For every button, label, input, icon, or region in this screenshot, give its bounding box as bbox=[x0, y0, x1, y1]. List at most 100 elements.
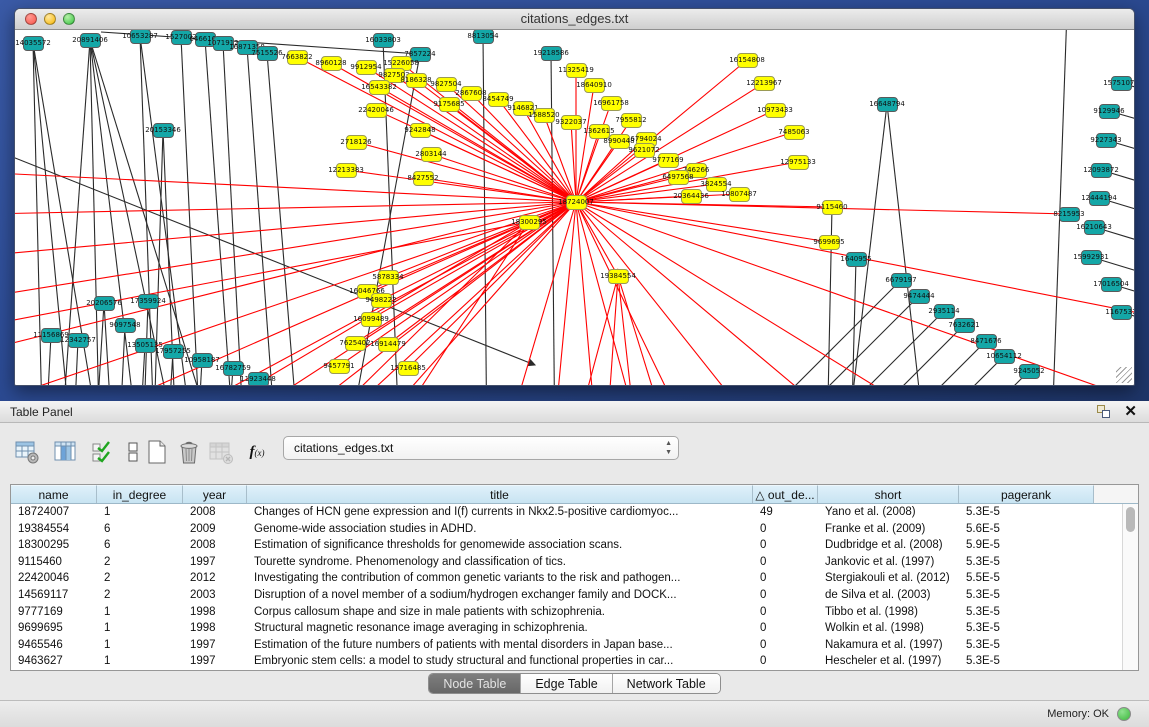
network-window-titlebar[interactable]: citations_edges.txt bbox=[15, 9, 1134, 30]
graph-node-3824554[interactable]: 3824554 bbox=[706, 177, 727, 192]
graph-node-9474444[interactable]: 9474444 bbox=[909, 289, 930, 304]
graph-node-8186328[interactable]: 8186328 bbox=[406, 73, 427, 88]
graph-node-1588520[interactable]: 1588520 bbox=[534, 108, 555, 123]
graph-node-19218586[interactable]: 19218586 bbox=[541, 46, 562, 61]
table-row[interactable]: 946362711997Embryonic stem cells: a mode… bbox=[11, 653, 1138, 670]
graph-node-7955812[interactable]: 7955812 bbox=[621, 113, 642, 128]
network-canvas[interactable]: 1403557220891406106532871527002646616010… bbox=[15, 30, 1134, 385]
graph-node-5878334[interactable]: 5878334 bbox=[378, 270, 399, 285]
graph-node-9827504[interactable]: 9827504 bbox=[436, 77, 457, 92]
graph-node-9175685[interactable]: 9175685 bbox=[439, 97, 460, 112]
graph-node-16782759[interactable]: 16782759 bbox=[223, 361, 244, 376]
close-traffic-light-icon[interactable] bbox=[25, 13, 37, 25]
graph-node-1071912[interactable]: 1071912 bbox=[213, 36, 234, 51]
column-header-name[interactable]: name bbox=[11, 485, 97, 503]
graph-node-10807487[interactable]: 10807487 bbox=[729, 187, 750, 202]
table-row[interactable]: 1938455462009Genome-wide association stu… bbox=[11, 521, 1138, 538]
tab-node-table[interactable]: Node Table bbox=[429, 674, 521, 693]
graph-node-10958187[interactable]: 10958187 bbox=[192, 353, 213, 368]
column-header-out_de[interactable]: △ out_de... bbox=[753, 485, 818, 503]
network-window[interactable]: citations_edges.txt 14035572208914061065… bbox=[14, 8, 1135, 386]
graph-node-8813054[interactable]: 8813054 bbox=[473, 30, 494, 44]
graph-node-746266[interactable]: 746266 bbox=[686, 163, 707, 178]
graph-node-1527002[interactable]: 1527002 bbox=[171, 30, 192, 45]
graph-node-9457791[interactable]: 9457791 bbox=[329, 359, 350, 374]
graph-node-16154808[interactable]: 16154808 bbox=[737, 53, 758, 68]
table-row[interactable]: 969969511998Structural magnetic resonanc… bbox=[11, 620, 1138, 637]
float-panel-icon[interactable] bbox=[1097, 405, 1111, 419]
function-builder-button[interactable]: f(x) bbox=[242, 437, 272, 467]
graph-node-6679197[interactable]: 6679197 bbox=[891, 273, 912, 288]
graph-node-8427552[interactable]: 8427552 bbox=[413, 171, 434, 186]
close-panel-icon[interactable]: ✕ bbox=[1124, 403, 1137, 421]
delete-column-button-disabled[interactable] bbox=[206, 437, 236, 467]
graph-node-12093872[interactable]: 12093872 bbox=[1091, 163, 1112, 178]
graph-node-17359924[interactable]: 17359924 bbox=[138, 294, 159, 309]
table-row[interactable]: 1830029562008Estimation of significance … bbox=[11, 537, 1138, 554]
graph-node-15992931[interactable]: 15992931 bbox=[1081, 250, 1102, 265]
column-header-year[interactable]: year bbox=[183, 485, 247, 503]
graph-node-15751074[interactable]: 15751074 bbox=[1111, 76, 1132, 91]
zoom-traffic-light-icon[interactable] bbox=[63, 13, 75, 25]
graph-node-8471676[interactable]: 8471676 bbox=[976, 334, 997, 349]
graph-node-7632621[interactable]: 7632621 bbox=[954, 318, 975, 333]
graph-node-7663822[interactable]: 7663822 bbox=[287, 50, 308, 65]
graph-node-9322037[interactable]: 9322037 bbox=[561, 115, 582, 130]
graph-node-7857224[interactable]: 7857224 bbox=[410, 47, 431, 62]
graph-node-8215953[interactable]: 8215953 bbox=[1059, 207, 1080, 222]
graph-node-9242848[interactable]: 9242848 bbox=[410, 123, 431, 138]
graph-node-9146821[interactable]: 9146821 bbox=[513, 101, 534, 116]
graph-node-1640955[interactable]: 1640955 bbox=[846, 252, 867, 267]
graph-node-2935114[interactable]: 2935114 bbox=[934, 304, 955, 319]
table-row[interactable]: 946554611997Estimation of the future num… bbox=[11, 637, 1138, 654]
graph-node-9245052[interactable]: 9245052 bbox=[1019, 364, 1040, 379]
table-row[interactable]: 977716911998Corpus callosum shape and si… bbox=[11, 604, 1138, 621]
tab-network-table[interactable]: Network Table bbox=[613, 674, 720, 693]
graph-node-9777169[interactable]: 9777169 bbox=[658, 153, 679, 168]
graph-node-20153346[interactable]: 20153346 bbox=[153, 123, 174, 138]
delete-table-button[interactable] bbox=[174, 437, 204, 467]
graph-node-11156869[interactable]: 11156869 bbox=[41, 328, 62, 343]
graph-node-8990448[interactable]: 8990448 bbox=[609, 134, 630, 149]
graph-node-7485063[interactable]: 7485063 bbox=[784, 125, 805, 140]
graph-node-10653287[interactable]: 10653287 bbox=[130, 30, 151, 44]
memory-ok-indicator-icon[interactable] bbox=[1117, 707, 1131, 721]
graph-node-1167531[interactable]: 1167531 bbox=[1111, 305, 1132, 320]
graph-node-22420046[interactable]: 22420046 bbox=[366, 103, 387, 118]
minimize-traffic-light-icon[interactable] bbox=[44, 13, 56, 25]
graph-node-9498222[interactable]: 9498222 bbox=[371, 293, 392, 308]
graph-node-17016504[interactable]: 17016504 bbox=[1101, 277, 1122, 292]
graph-node-15716485[interactable]: 15716485 bbox=[398, 361, 419, 376]
graph-node-16099489[interactable]: 16099489 bbox=[361, 312, 382, 327]
graph-node-12213383[interactable]: 12213383 bbox=[336, 163, 357, 178]
column-header-pagerank[interactable]: pagerank bbox=[959, 485, 1094, 503]
graph-node-12342757[interactable]: 12342757 bbox=[68, 333, 89, 348]
graph-node-18300295[interactable]: 18300295 bbox=[519, 215, 540, 230]
graph-node-16914479[interactable]: 16914479 bbox=[378, 337, 399, 352]
graph-node-10654112[interactable]: 10654112 bbox=[994, 349, 1015, 364]
tab-edge-table[interactable]: Edge Table bbox=[521, 674, 612, 693]
graph-node-11923448[interactable]: 11923448 bbox=[248, 372, 269, 386]
graph-node-12444194[interactable]: 12444194 bbox=[1089, 191, 1110, 206]
graph-node-9621072[interactable]: 9621072 bbox=[634, 143, 655, 158]
graph-node-2718126[interactable]: 2718126 bbox=[346, 135, 367, 150]
table-row[interactable]: 1872400712008Changes of HCN gene express… bbox=[11, 504, 1138, 521]
graph-node-12975133[interactable]: 12975133 bbox=[788, 155, 809, 170]
graph-node-18640910[interactable]: 18640910 bbox=[584, 78, 605, 93]
graph-node-17957255[interactable]: 17957255 bbox=[163, 344, 184, 359]
graph-node-9129946[interactable]: 9129946 bbox=[1099, 104, 1120, 119]
graph-node-13505135[interactable]: 13505135 bbox=[135, 338, 156, 353]
graph-node-16871358[interactable]: 16871358 bbox=[237, 40, 258, 55]
table-row[interactable]: 1456911722003Disruption of a novel membe… bbox=[11, 587, 1138, 604]
vertical-scrollbar[interactable] bbox=[1122, 504, 1138, 670]
graph-node-16648794[interactable]: 16648794 bbox=[877, 97, 898, 112]
network-table-selector[interactable]: citations_edges.txt ▲▼ bbox=[283, 436, 679, 460]
show-columns-button[interactable] bbox=[50, 437, 80, 467]
column-header-short[interactable]: short bbox=[818, 485, 959, 503]
graph-node-2867608[interactable]: 2867608 bbox=[461, 86, 482, 101]
graph-node-9227343[interactable]: 9227343 bbox=[1096, 133, 1117, 148]
graph-node-9912954[interactable]: 9912954 bbox=[356, 60, 377, 75]
memory-status-label[interactable]: Memory: OK bbox=[1047, 708, 1109, 720]
graph-node-14035572[interactable]: 14035572 bbox=[23, 36, 44, 51]
column-header-title[interactable]: title bbox=[247, 485, 753, 503]
